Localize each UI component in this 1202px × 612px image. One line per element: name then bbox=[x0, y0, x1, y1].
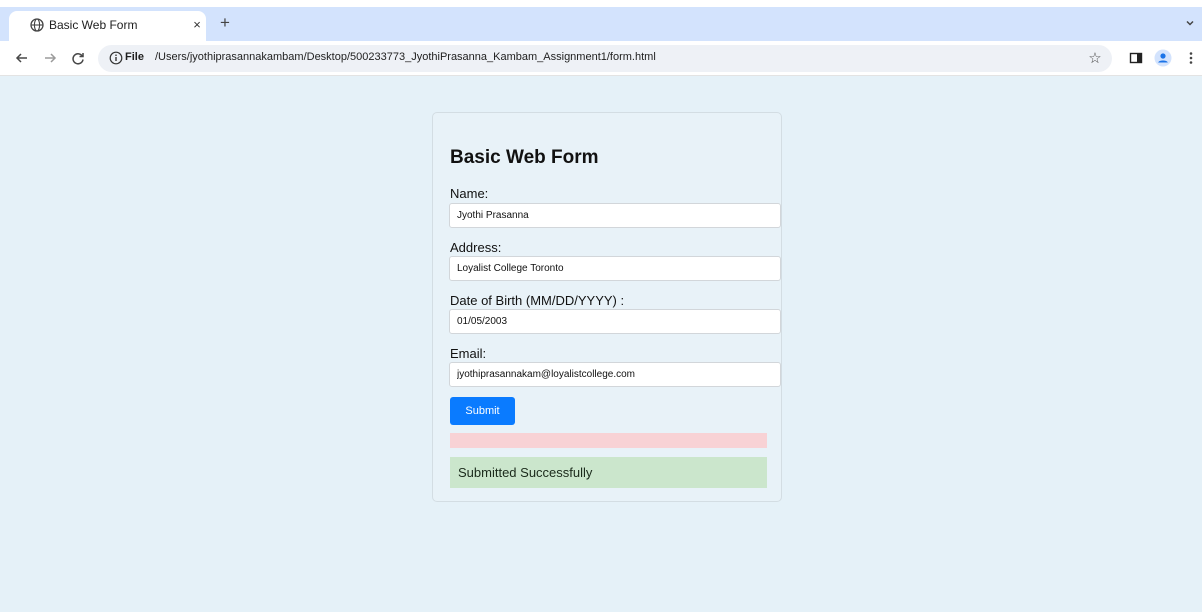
form-title: Basic Web Form bbox=[450, 147, 599, 168]
back-arrow-icon[interactable] bbox=[11, 47, 33, 69]
dob-input[interactable] bbox=[449, 309, 781, 334]
site-info-label[interactable]: File bbox=[125, 51, 144, 63]
info-icon[interactable] bbox=[109, 51, 123, 65]
address-label: Address: bbox=[450, 240, 502, 255]
name-label: Name: bbox=[450, 186, 489, 201]
email-input[interactable] bbox=[449, 362, 781, 387]
success-message: Submitted Successfully bbox=[450, 457, 767, 488]
page-viewport: Basic Web Form Name: Address: Date of Bi… bbox=[0, 76, 1202, 612]
profile-icon[interactable] bbox=[1152, 47, 1174, 69]
forward-arrow-icon[interactable] bbox=[39, 47, 61, 69]
submit-button[interactable]: Submit bbox=[450, 397, 515, 425]
close-tab-icon[interactable]: × bbox=[188, 15, 206, 33]
address-bar[interactable]: File /Users/jyothiprasannakambam/Desktop… bbox=[98, 45, 1112, 72]
dob-label: Date of Birth (MM/DD/YYYY) : bbox=[450, 293, 625, 308]
tab-basic-web-form[interactable]: Basic Web Form × bbox=[9, 11, 206, 41]
new-tab-button[interactable]: + bbox=[215, 13, 235, 33]
side-panel-icon[interactable] bbox=[1125, 47, 1147, 69]
star-icon[interactable]: ☆ bbox=[1086, 49, 1104, 67]
tab-strip: Basic Web Form × + bbox=[0, 7, 1202, 41]
success-message-text: Submitted Successfully bbox=[458, 465, 593, 480]
kebab-menu-icon[interactable] bbox=[1180, 47, 1202, 69]
reload-icon[interactable] bbox=[67, 47, 89, 69]
globe-icon bbox=[30, 18, 44, 32]
tab-title: Basic Web Form bbox=[49, 18, 138, 32]
window-top-edge bbox=[0, 0, 1202, 7]
browser-toolbar: File /Users/jyothiprasannakambam/Desktop… bbox=[0, 41, 1202, 76]
error-message bbox=[450, 433, 767, 448]
chevron-down-icon[interactable] bbox=[1180, 13, 1200, 33]
browser-window: Basic Web Form × + File /Users/jyothipra… bbox=[0, 0, 1202, 612]
address-input[interactable] bbox=[449, 256, 781, 281]
email-label: Email: bbox=[450, 346, 487, 361]
name-input[interactable] bbox=[449, 203, 781, 228]
form-card: Basic Web Form Name: Address: Date of Bi… bbox=[432, 112, 782, 502]
url-text[interactable]: /Users/jyothiprasannakambam/Desktop/5002… bbox=[155, 51, 656, 63]
